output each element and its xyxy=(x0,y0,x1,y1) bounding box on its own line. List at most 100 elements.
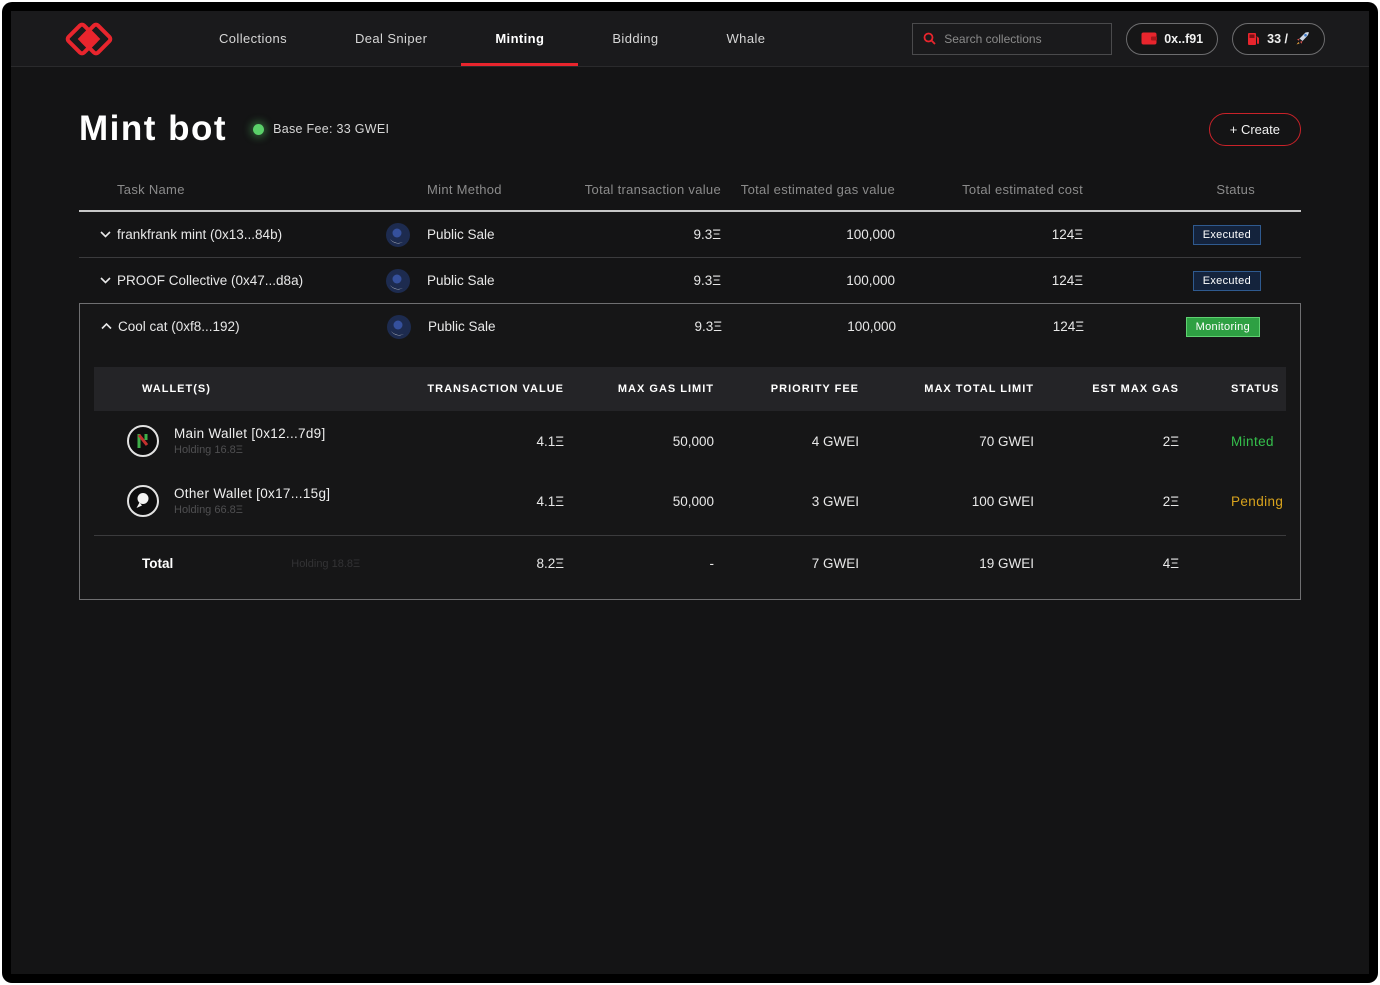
est-max-gas: 2Ξ xyxy=(1034,494,1179,509)
max-total-limit: 70 GWEI xyxy=(859,434,1034,449)
total-max-total-limit: 19 GWEI xyxy=(859,556,1034,571)
col-total-estimated-gas: Total estimated gas value xyxy=(727,181,907,198)
col-status: Status xyxy=(1117,181,1301,198)
status-cell: Executed xyxy=(1117,271,1301,291)
transaction-value: 4.1Ξ xyxy=(394,494,564,509)
total-holding: Holding 18.8Ξ xyxy=(291,558,360,570)
wallet-status: Minted xyxy=(1179,434,1286,449)
status-cell: Executed xyxy=(1117,225,1301,245)
wallet-table: WALLET(S) TRANSACTION VALUE MAX GAS LIMI… xyxy=(80,349,1300,599)
status-badge: Executed xyxy=(1193,225,1261,245)
est-max-gas: 2Ξ xyxy=(1034,434,1179,449)
estimated-cost: 124Ξ xyxy=(907,227,1117,242)
wallet-status: Pending xyxy=(1179,494,1286,509)
gas-pump-icon xyxy=(1247,32,1260,46)
col-est-max-gas: EST MAX GAS xyxy=(1034,383,1179,395)
mint-method: Public Sale xyxy=(427,227,577,242)
chevron-up-icon[interactable] xyxy=(80,323,118,330)
transaction-value: 9.3Ξ xyxy=(577,227,727,242)
gas-count-label: 33 / xyxy=(1267,32,1288,46)
other-wallet-avatar-icon xyxy=(126,484,160,518)
task-row-proof-collective[interactable]: PROOF Collective (0x47...d8a) Public Sal… xyxy=(79,258,1301,304)
chevron-down-icon[interactable] xyxy=(79,231,117,238)
priority-fee: 3 GWEI xyxy=(714,494,859,509)
wallet-icon xyxy=(1141,32,1157,45)
main-wallet-avatar-icon xyxy=(126,424,160,458)
col-mint-method: Mint Method xyxy=(427,181,577,198)
total-label: Total xyxy=(142,556,173,571)
top-navbar: Collections Deal Sniper Minting Bidding … xyxy=(11,11,1369,67)
mint-method: Public Sale xyxy=(427,273,577,288)
wallet-holding: Holding 66.8Ξ xyxy=(174,504,330,516)
wallet-address-button[interactable]: 0x..f91 xyxy=(1126,23,1218,55)
expanded-task-panel: Cool cat (0xf8...192) Public Sale 9.3Ξ 1… xyxy=(79,303,1301,600)
total-label-wrap: Total Holding 18.8Ξ xyxy=(94,556,394,571)
gas-value: 100,000 xyxy=(728,319,908,334)
max-gas-limit: 50,000 xyxy=(564,494,714,509)
col-max-total-limit: MAX TOTAL LIMIT xyxy=(859,383,1034,395)
total-priority-fee: 7 GWEI xyxy=(714,556,859,571)
collection-avatar-icon xyxy=(370,314,428,340)
col-total-transaction-value: Total transaction value xyxy=(577,181,727,198)
col-wallet-status: STATUS xyxy=(1179,383,1286,395)
nav-link-collections[interactable]: Collections xyxy=(185,11,321,66)
brand-logo[interactable] xyxy=(63,11,115,66)
wallet-holding: Holding 16.8Ξ xyxy=(174,444,326,456)
gas-tracker-button[interactable]: 33 / xyxy=(1232,23,1325,55)
base-fee-indicator: Base Fee: 33 GWEI xyxy=(253,122,389,136)
status-badge: Monitoring xyxy=(1186,317,1260,337)
max-total-limit: 100 GWEI xyxy=(859,494,1034,509)
search-input[interactable] xyxy=(944,32,1094,46)
col-transaction-value: TRANSACTION VALUE xyxy=(394,383,564,395)
rocket-icon xyxy=(1295,31,1310,46)
task-row-frankfrank[interactable]: frankfrank mint (0x13...84b) Public Sale… xyxy=(79,212,1301,258)
total-max-gas-limit: - xyxy=(564,556,714,571)
page-title: Mint bot xyxy=(79,109,227,149)
transaction-value: 9.3Ξ xyxy=(577,273,727,288)
wallet-name: Main Wallet [0x12...7d9] xyxy=(174,426,326,441)
double-diamond-logo-icon xyxy=(63,20,115,58)
transaction-value: 9.3Ξ xyxy=(578,319,728,334)
estimated-cost: 124Ξ xyxy=(908,319,1118,334)
page-header: Mint bot Base Fee: 33 GWEI + Create xyxy=(79,109,1301,149)
collection-avatar-icon xyxy=(369,268,427,294)
col-wallets: WALLET(S) xyxy=(94,383,394,395)
nav-link-minting[interactable]: Minting xyxy=(461,11,578,66)
wallet-total-row: Total Holding 18.8Ξ 8.2Ξ - 7 GWEI 19 GWE… xyxy=(94,535,1286,591)
search-icon xyxy=(923,32,936,45)
base-fee-label: Base Fee: 33 GWEI xyxy=(273,122,389,136)
wallet-texts: Main Wallet [0x12...7d9] Holding 16.8Ξ xyxy=(174,426,326,456)
task-name: PROOF Collective (0x47...d8a) xyxy=(117,273,369,288)
screenshot-frame: Collections Deal Sniper Minting Bidding … xyxy=(2,2,1378,983)
estimated-cost: 124Ξ xyxy=(907,273,1117,288)
col-max-gas-limit: MAX GAS LIMIT xyxy=(564,383,714,395)
nav-link-bidding[interactable]: Bidding xyxy=(578,11,692,66)
gas-value: 100,000 xyxy=(727,227,907,242)
status-dot-icon xyxy=(253,124,264,135)
nav-link-whale[interactable]: Whale xyxy=(693,11,800,66)
nav-links: Collections Deal Sniper Minting Bidding … xyxy=(185,11,799,66)
col-priority-fee: PRIORITY FEE xyxy=(714,383,859,395)
app-window: Collections Deal Sniper Minting Bidding … xyxy=(11,11,1369,974)
gas-value: 100,000 xyxy=(727,273,907,288)
wallet-texts: Other Wallet [0x17...15g] Holding 66.8Ξ xyxy=(174,486,330,516)
chevron-down-icon[interactable] xyxy=(79,277,117,284)
wallet-row-main[interactable]: Main Wallet [0x12...7d9] Holding 16.8Ξ 4… xyxy=(94,411,1286,471)
task-row-cool-cat[interactable]: Cool cat (0xf8...192) Public Sale 9.3Ξ 1… xyxy=(80,304,1300,349)
col-task-name: Task Name xyxy=(117,181,369,198)
task-name: Cool cat (0xf8...192) xyxy=(118,319,370,334)
task-name: frankfrank mint (0x13...84b) xyxy=(117,227,369,242)
total-transaction-value: 8.2Ξ xyxy=(394,556,564,571)
priority-fee: 4 GWEI xyxy=(714,434,859,449)
total-est-max-gas: 4Ξ xyxy=(1034,556,1179,571)
create-task-button[interactable]: + Create xyxy=(1209,113,1301,146)
wallet-identity: Other Wallet [0x17...15g] Holding 66.8Ξ xyxy=(94,484,394,518)
wallet-name: Other Wallet [0x17...15g] xyxy=(174,486,330,501)
status-cell: Monitoring xyxy=(1118,317,1300,337)
task-table-header: Task Name Mint Method Total transaction … xyxy=(79,167,1301,212)
wallet-table-header: WALLET(S) TRANSACTION VALUE MAX GAS LIMI… xyxy=(94,367,1286,411)
collection-avatar-icon xyxy=(369,222,427,248)
wallet-row-other[interactable]: Other Wallet [0x17...15g] Holding 66.8Ξ … xyxy=(94,471,1286,531)
search-box[interactable] xyxy=(912,23,1112,55)
nav-link-deal-sniper[interactable]: Deal Sniper xyxy=(321,11,461,66)
